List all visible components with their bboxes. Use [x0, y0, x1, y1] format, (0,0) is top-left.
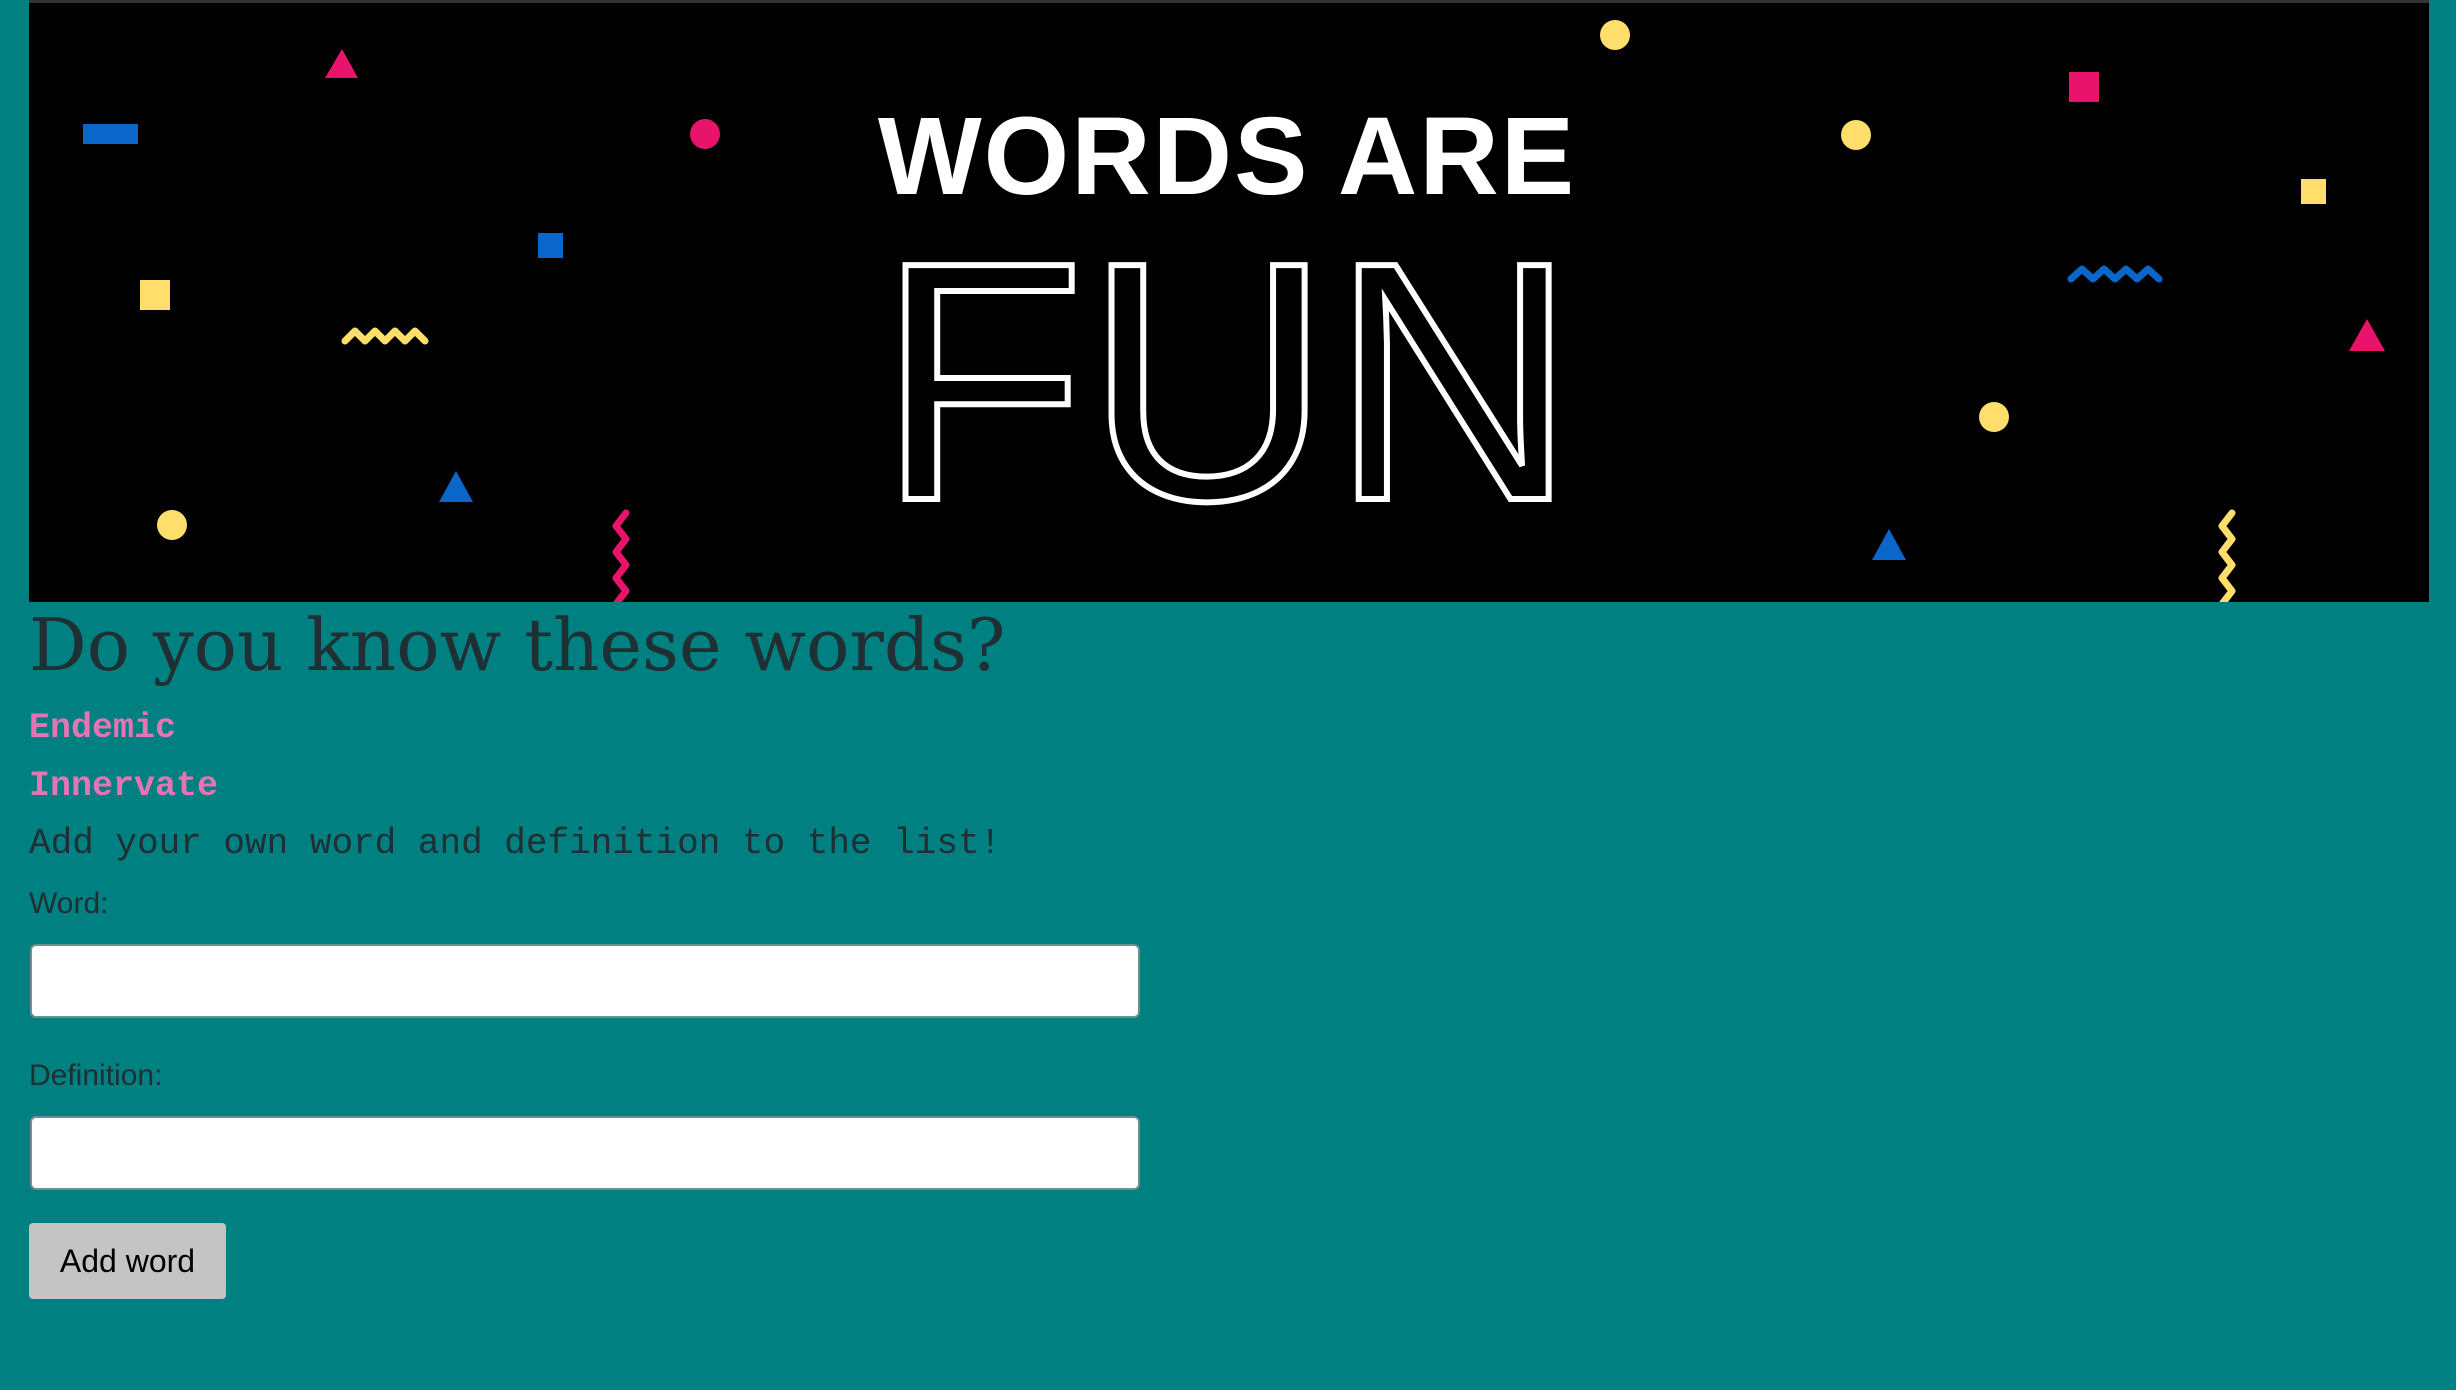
circle-shape — [157, 510, 187, 540]
triangle-shape — [325, 49, 358, 78]
zigzag-shape — [341, 327, 429, 345]
word-input[interactable] — [30, 944, 1140, 1018]
triangle-shape — [1872, 529, 1906, 560]
circle-shape — [1600, 20, 1630, 50]
zigzag-shape — [2067, 265, 2163, 283]
banner-image: WORDS ARE FUN — [29, 0, 2429, 602]
page: WORDS ARE FUN Do you know these words? E… — [0, 0, 2456, 1390]
zigzag-shape — [612, 509, 630, 602]
page-heading: Do you know these words? — [29, 603, 1006, 687]
banner-title-line2: FUN — [878, 192, 1577, 572]
rectangle-shape — [83, 124, 138, 144]
circle-shape — [1979, 402, 2009, 432]
banner-graphic: WORDS ARE FUN — [83, 20, 2385, 602]
add-word-button[interactable]: Add word — [29, 1223, 226, 1299]
add-word-prompt: Add your own word and definition to the … — [29, 823, 1002, 864]
square-shape — [140, 280, 170, 310]
zigzag-shape — [2218, 509, 2236, 602]
definition-label: Definition: — [29, 1059, 163, 1092]
square-shape — [538, 233, 563, 258]
circle-shape — [1841, 120, 1871, 150]
word-label: Word: — [29, 887, 109, 920]
circle-shape — [690, 119, 720, 149]
definition-input[interactable] — [30, 1116, 1140, 1190]
triangle-shape — [2349, 319, 2385, 351]
square-shape — [2069, 72, 2099, 102]
word-item-endemic[interactable]: Endemic — [29, 707, 176, 749]
square-shape — [2301, 179, 2326, 204]
word-item-innervate[interactable]: Innervate — [29, 765, 218, 807]
triangle-shape — [439, 471, 473, 502]
